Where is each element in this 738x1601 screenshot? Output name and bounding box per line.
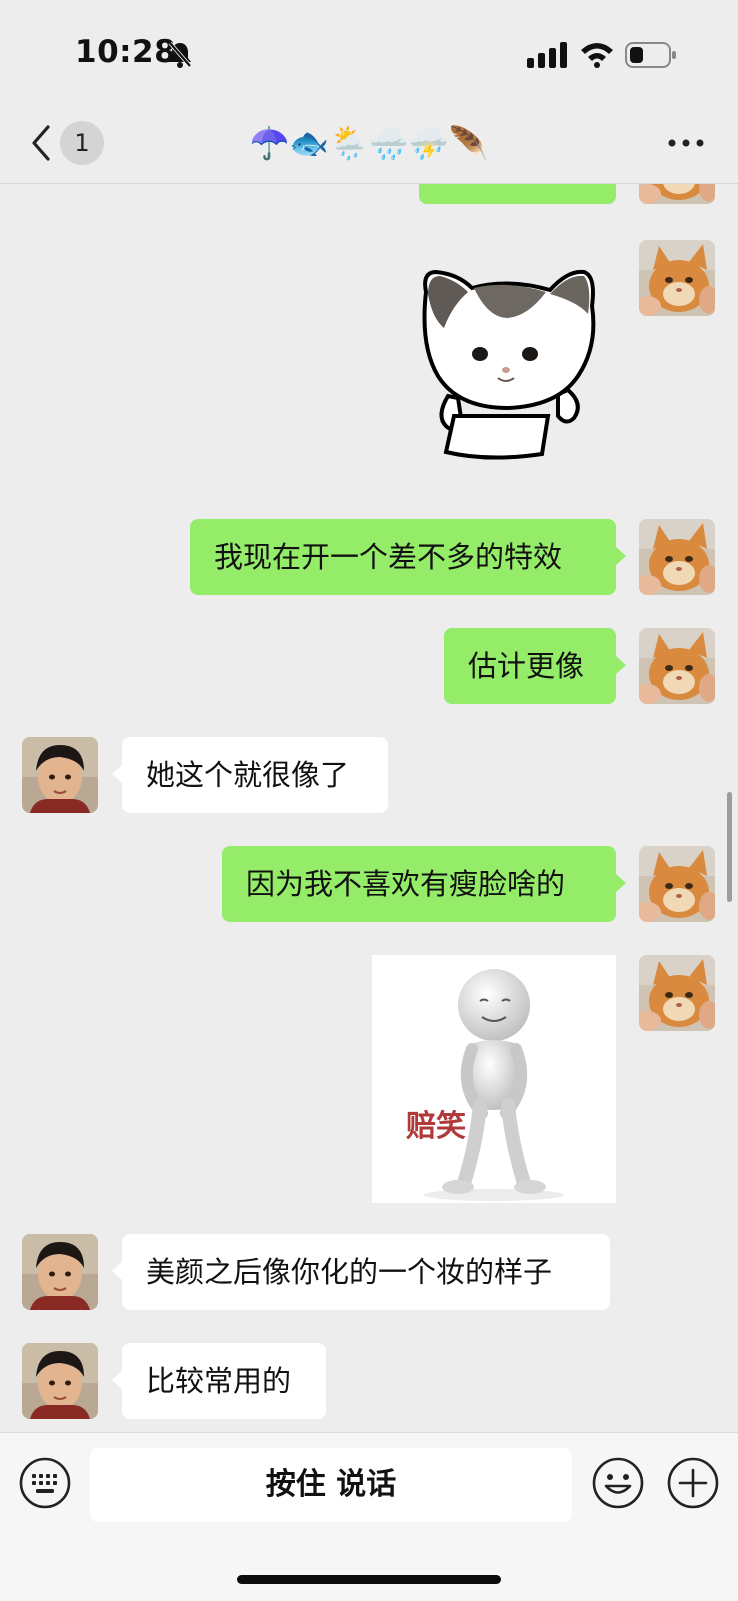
contact-avatar[interactable] — [22, 737, 98, 813]
more-icon[interactable] — [666, 129, 706, 157]
message-bubble[interactable]: 我现在开一个差不多的特效 — [190, 519, 626, 595]
wifi-icon — [581, 43, 613, 68]
smile-sticker[interactable]: 赔笑 — [372, 955, 616, 1203]
bell-slash-icon — [168, 41, 192, 68]
message-bubble[interactable]: 比较常用的 — [112, 1343, 326, 1419]
my-avatar[interactable] — [639, 955, 715, 1031]
home-indicator[interactable] — [237, 1575, 501, 1584]
hold-to-talk-button[interactable]: 按住 说话 — [90, 1448, 572, 1522]
stickman-figure — [424, 969, 564, 1201]
my-avatar[interactable] — [639, 519, 715, 595]
keyboard-icon[interactable] — [19, 1457, 71, 1509]
message-bubble[interactable] — [419, 184, 616, 204]
signal-icon — [527, 42, 567, 68]
message-bubble[interactable]: 估计更像 — [444, 628, 626, 704]
my-avatar[interactable] — [639, 240, 715, 316]
cat-sticker[interactable] — [418, 266, 598, 462]
message-bubble[interactable]: 因为我不喜欢有瘦脸啥的 — [222, 846, 626, 922]
my-avatar[interactable] — [639, 184, 715, 204]
scrollbar[interactable] — [727, 792, 732, 902]
battery-icon — [625, 42, 676, 68]
message-bubble[interactable]: 美颜之后像你化的一个妆的样子 — [112, 1234, 610, 1310]
contact-avatar[interactable] — [22, 1234, 98, 1310]
contact-avatar[interactable] — [22, 1343, 98, 1419]
chat-title: ☂️🐟🌦️🌧️⛈️🪶 — [249, 124, 489, 162]
my-avatar[interactable] — [639, 628, 715, 704]
plus-icon[interactable] — [667, 1457, 719, 1509]
my-avatar[interactable] — [639, 846, 715, 922]
message-bubble[interactable]: 她这个就很像了 — [112, 737, 388, 813]
emoji-icon[interactable] — [592, 1457, 644, 1509]
message-list[interactable]: 我现在开一个差不多的特效 估计更像 她这个就很像了 因为我不喜欢有瘦脸啥的 赔笑… — [0, 184, 738, 1432]
chat-header: 1 ☂️🐟🌦️🌧️⛈️🪶 — [0, 105, 738, 184]
status-bar: 10:28 — [0, 0, 738, 105]
status-time: 10:28 — [75, 34, 177, 70]
sticker-caption: 赔笑 — [406, 1109, 466, 1144]
